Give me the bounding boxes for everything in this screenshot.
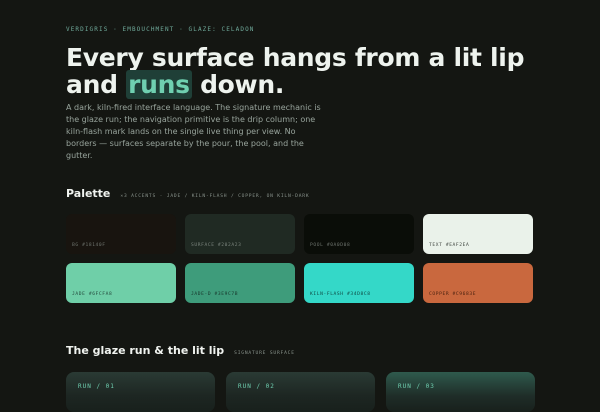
glaze-runs: RUN / 01 RUN / 02 RUN / 03 — [66, 372, 535, 412]
glaze-title: The glaze run & the lit lip — [66, 344, 225, 357]
headline-tail: down. — [191, 70, 285, 99]
palette-subtitle: ×3 ACCENTS · JADE / KILN-FLASH / COPPER,… — [120, 194, 310, 199]
run-label: RUN / 02 — [238, 383, 275, 390]
swatch-bg: BG #18140F — [66, 214, 176, 254]
glaze-heading: The glaze run & the lit lip SIGNATURE SU… — [66, 344, 295, 357]
swatch-label: JADE-D #3E9C7B — [191, 292, 239, 297]
swatch-label: TEXT #EAF2EA — [429, 243, 470, 248]
palette-title: Palette — [66, 187, 111, 200]
page-title: Every surface hangs from a lit lip and r… — [66, 44, 546, 99]
swatch-copper: COPPER #C9683E — [423, 263, 533, 303]
headline-accent: runs — [126, 70, 192, 99]
swatch-kiln-flash: KILN-FLASH #34D8C8 — [304, 263, 414, 303]
run-label: RUN / 01 — [78, 383, 115, 390]
glaze-run-card[interactable]: RUN / 03 — [386, 372, 535, 412]
palette-swatches: BG #18140F SURFACE #202A23 POOL #0A0D08 … — [66, 214, 534, 303]
run-label: RUN / 03 — [398, 383, 435, 390]
swatch-label: COPPER #C9683E — [429, 292, 477, 297]
swatch-label: POOL #0A0D08 — [310, 243, 351, 248]
swatch-label: SURFACE #202A23 — [191, 243, 242, 248]
eyebrow: VERDIGRIS · EMBOUCHMENT · GLAZE: CELADON — [66, 26, 255, 33]
glaze-subtitle: SIGNATURE SURFACE — [234, 351, 295, 356]
glaze-run-card[interactable]: RUN / 01 — [66, 372, 215, 412]
swatch-pool: POOL #0A0D08 — [304, 214, 414, 254]
swatch-label: JADE #6FCFA8 — [72, 292, 113, 297]
swatch-text: TEXT #EAF2EA — [423, 214, 533, 254]
glaze-run-card[interactable]: RUN / 02 — [226, 372, 375, 412]
swatch-jade-d: JADE-D #3E9C7B — [185, 263, 295, 303]
lede-paragraph: A dark, kiln-fired interface language. T… — [66, 103, 321, 160]
swatch-label: KILN-FLASH #34D8C8 — [310, 292, 371, 297]
swatch-jade: JADE #6FCFA8 — [66, 263, 176, 303]
swatch-label: BG #18140F — [72, 243, 106, 248]
palette-heading: Palette ×3 ACCENTS · JADE / KILN-FLASH /… — [66, 187, 309, 200]
swatch-surface: SURFACE #202A23 — [185, 214, 295, 254]
